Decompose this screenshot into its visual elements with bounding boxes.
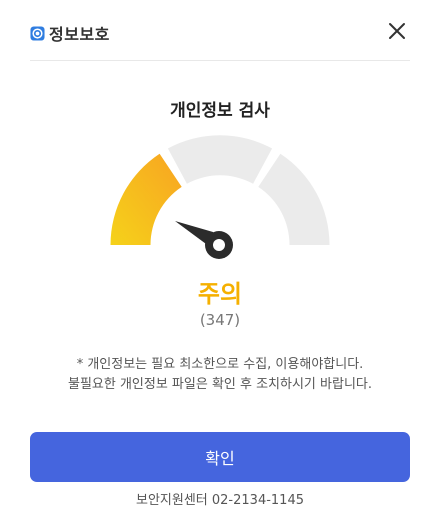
notice-text: * 개인정보는 필요 최소한으로 수집, 이용해야합니다. 불필요한 개인정보 …: [0, 355, 440, 395]
score-value: (347): [199, 311, 241, 329]
shield-icon: [30, 25, 45, 41]
confirm-button[interactable]: 확인: [30, 432, 410, 482]
notice-line: 불필요한 개인정보 파일은 확인 후 조치하시기 바랍니다.: [67, 377, 372, 392]
support-contact: 보안지원센터 02-2134-1145: [136, 493, 304, 508]
section-title: 개인정보 검사: [170, 101, 270, 121]
close-icon[interactable]: [386, 20, 408, 42]
dialog-header: 정보보호: [30, 0, 410, 61]
gauge-segment-low: [110, 153, 182, 245]
privacy-check-dialog: 정보보호 개인정보 검사 주의 (347) * 개인정보는 필요 최소한으로 수…: [0, 0, 440, 525]
dialog-title: 정보보호: [49, 25, 110, 44]
gauge-segment-high: [258, 153, 330, 245]
risk-gauge: [110, 135, 330, 259]
notice-line: * 개인정보는 필요 최소한으로 수집, 이용해야합니다.: [76, 357, 364, 372]
brand: 정보보호: [30, 21, 110, 45]
gauge-segment-mid: [167, 135, 273, 184]
gauge-hub-center: [213, 239, 225, 251]
status-label: 주의: [197, 280, 243, 308]
